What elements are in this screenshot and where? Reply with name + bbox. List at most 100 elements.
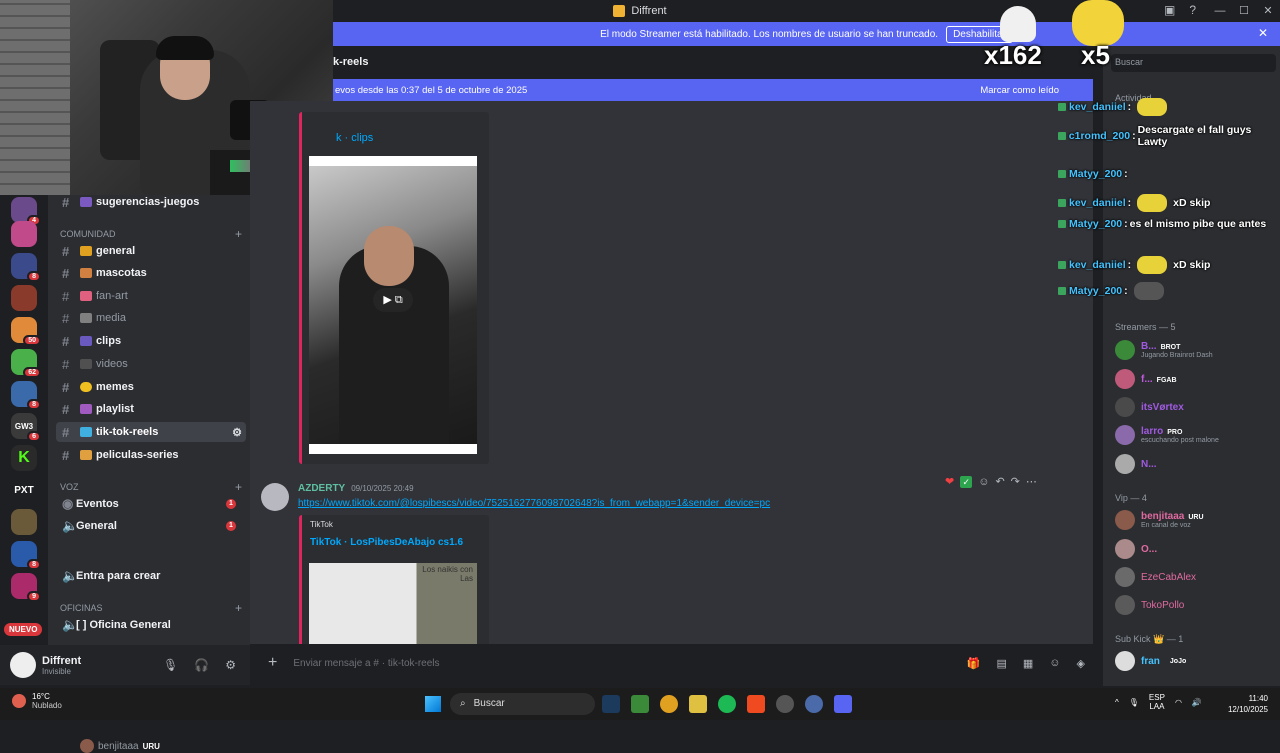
message-link[interactable]: https://www.tiktok.com/@lospibescs/video… [298,498,770,509]
gift-icon[interactable]: 🎁 [967,657,981,670]
embed-title[interactable]: k · clips [336,132,373,144]
add-channel-icon[interactable]: + [235,480,242,494]
microphone-icon[interactable]: 🎙 [163,658,178,672]
channel-videos[interactable]: # videos [56,354,246,374]
clock[interactable]: 11:40 12/10/2025 [1228,693,1268,715]
discord-icon[interactable] [834,695,852,713]
apps-icon[interactable]: ◈ [1077,657,1085,670]
member-item[interactable]: benjitaaa URU En canal de voz [1115,510,1204,530]
voice-channel-crear[interactable]: 🔈 Entra para crear [56,566,246,586]
search-input[interactable]: Buscar [1111,54,1276,72]
steam-icon[interactable] [602,695,620,713]
server-icon[interactable]: PXT [11,477,37,503]
user-avatar[interactable] [10,652,36,678]
settings-icon[interactable]: ⚙ [225,658,236,672]
message-composer[interactable]: + Enviar mensaje a # · tik-tok-reels 🎁 ▤… [258,648,1093,678]
attach-icon[interactable]: + [268,654,277,672]
server-icon[interactable]: 50 [11,317,41,346]
check-reaction-icon[interactable]: ✓ [960,475,973,488]
headphones-icon[interactable]: 🎧 [194,658,209,672]
channel-mascotas[interactable]: # mascotas [56,263,246,283]
add-reaction-icon[interactable]: ☺ [978,476,989,488]
sticker-icon[interactable]: ▦ [1023,657,1033,670]
member-item[interactable]: f... FGAB [1115,369,1177,389]
member-item[interactable]: EzeCabAlex [1115,567,1196,587]
member-item[interactable]: O... [1115,539,1157,559]
message-author[interactable]: AZDERTY [298,483,345,494]
category-voz[interactable]: VOZ + [60,480,242,494]
server-icon[interactable] [11,285,37,311]
channel-label: general [96,245,136,257]
close-window-icon[interactable]: ✕ [1256,0,1280,22]
obs-icon[interactable] [776,695,794,713]
heart-reaction-icon[interactable]: ❤ [945,475,954,488]
help-icon[interactable]: ? [1189,3,1196,17]
add-channel-icon[interactable]: + [235,601,242,615]
add-channel-icon[interactable]: + [235,227,242,241]
channel-sugerencias[interactable]: # sugerencias-juegos [56,192,246,212]
embed-title[interactable]: TikTok · LosPibesDeAbajo cs1.6 [310,537,463,548]
server-icon[interactable]: 62 [11,349,41,378]
tray-mic-icon[interactable]: 🎙 [1129,698,1139,707]
channel-clips[interactable]: # clips [56,331,246,351]
minimize-icon[interactable]: — [1208,0,1232,22]
member-item[interactable]: N... [1115,454,1157,474]
more-icon[interactable]: ⋯ [1026,475,1037,488]
member-item[interactable]: itsVørtex [1115,397,1184,417]
channel-general[interactable]: # general [56,241,246,261]
message-input[interactable]: Enviar mensaje a # · tik-tok-reels [293,658,439,669]
member-item[interactable]: TokoPollo [1115,595,1184,615]
inbox-icon[interactable]: ▣ [1164,3,1175,17]
server-icon[interactable]: 4 [11,197,41,226]
minecraft-icon[interactable] [631,695,649,713]
new-messages-bar[interactable]: evos desde las 0:37 del 5 de octubre de … [333,79,1093,101]
voice-channel-oficina[interactable]: 🔈[ ] Oficina General [56,615,246,635]
server-icon[interactable] [11,509,37,535]
chrome-icon[interactable] [660,695,678,713]
channel-memes[interactable]: # memes [56,377,246,397]
channel-fan-art[interactable]: # fan-art [56,286,246,306]
brave-icon[interactable] [747,695,765,713]
app-icon[interactable] [805,695,823,713]
gif-icon[interactable]: ▤ [996,657,1006,670]
channel-settings-icon[interactable]: ⚙ [232,426,242,439]
voice-channel-general[interactable]: 🔈 General 1 [56,516,246,536]
wifi-icon[interactable]: ◠ [1175,698,1182,707]
server-icon[interactable]: 8 [11,541,41,570]
taskbar-search[interactable]: ⌕ Buscar [450,693,595,715]
member-item[interactable]: fran JoJo [1115,651,1186,671]
server-icon[interactable]: GW3 6 [11,413,41,442]
video-player[interactable]: ▶ ⧉ [309,166,477,444]
channel-eventos[interactable]: ◉ Eventos 1 [56,494,246,514]
play-icon[interactable]: ▶ ⧉ [373,288,413,312]
category-comunidad[interactable]: COMUNIDAD + [60,227,242,241]
volume-icon[interactable]: 🔊 [1192,698,1202,707]
tray-chevron-icon[interactable]: ^ [1115,698,1119,707]
spotify-icon[interactable] [718,695,736,713]
server-icon[interactable]: 8 [11,253,41,282]
member-item[interactable]: larro PRO escuchando post malone [1115,425,1219,445]
close-banner-icon[interactable]: ✕ [1258,26,1268,40]
maximize-icon[interactable]: ☐ [1232,0,1256,22]
voice-user[interactable]: benjitaaa URU [80,739,160,753]
channel-tik-tok-reels[interactable]: # tik-tok-reels ⚙ [56,422,246,442]
server-icon[interactable] [11,221,37,247]
server-icon[interactable]: 9 [11,573,41,602]
channel-peliculas-series[interactable]: # peliculas-series [56,445,246,465]
channel-media[interactable]: # media [56,308,246,328]
channel-playlist[interactable]: # playlist [56,399,246,419]
member-item[interactable]: B... BROT Jugando Brainrot Dash [1115,340,1213,360]
embed-thumbnail[interactable]: Los naikis con Las [309,563,477,644]
forward-icon[interactable]: ↷ [1011,475,1020,488]
mark-read-button[interactable]: Marcar como leído [980,85,1059,96]
message-avatar[interactable] [261,483,289,511]
windows-start-icon[interactable] [425,696,441,712]
emoji-icon[interactable]: ☺ [1049,657,1060,670]
weather-widget[interactable]: 16°C Nublado [12,692,62,710]
category-oficinas[interactable]: OFICINAS + [60,601,242,615]
server-icon[interactable]: 8 [11,381,41,410]
language-indicator[interactable]: ESP LAA [1149,693,1165,711]
kick-server-icon[interactable]: K [11,445,37,471]
reply-icon[interactable]: ↶ [995,475,1004,488]
file-explorer-icon[interactable] [689,695,707,713]
